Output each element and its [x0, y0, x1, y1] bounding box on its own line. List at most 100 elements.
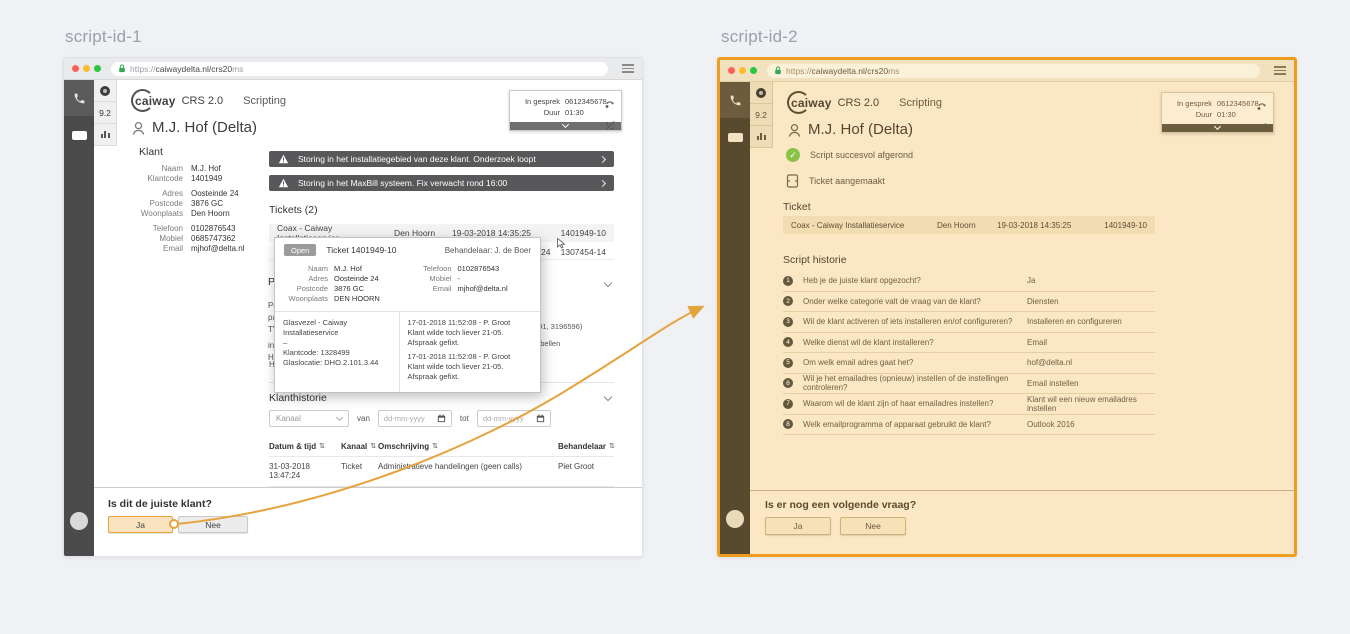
sort-icon: ⇅	[432, 442, 438, 451]
popup-notes: 17-01-2018 11:52:08 - P. Groot Klant wil…	[400, 312, 540, 392]
call-panel: In gesprek0612345678 Duur01:30	[509, 90, 622, 131]
call-transfer-icon[interactable]	[1257, 98, 1267, 116]
script-historie-heading: Script historie	[783, 254, 847, 266]
tab-strip: 9.2	[750, 82, 773, 554]
window-2-title: script-id-2	[721, 27, 798, 47]
sidebar-item-phone[interactable]	[64, 80, 94, 116]
field-value: Oosteinde 24	[334, 274, 379, 284]
zoom-window-button[interactable]	[750, 67, 757, 74]
sidebar-item-screen[interactable]	[728, 133, 743, 142]
nee-button[interactable]: Nee	[178, 516, 248, 533]
success-check-icon: ✓	[786, 148, 800, 162]
nee-button[interactable]: Nee	[840, 517, 906, 535]
ja-button[interactable]: Ja	[108, 516, 173, 533]
sidebar-item-screen[interactable]	[72, 131, 87, 140]
url-prefix: https://	[786, 66, 812, 76]
date-to-input[interactable]: dd-mm-yyyy	[477, 410, 551, 427]
ticket-created-row: Ticket aangemaakt	[786, 174, 885, 188]
user-avatar[interactable]	[70, 512, 88, 530]
close-window-button[interactable]	[72, 65, 79, 72]
product-dash: –	[283, 338, 391, 348]
step-number-badge: 6	[783, 378, 793, 388]
score-value: 9.2	[755, 110, 767, 120]
tab-stats[interactable]	[94, 124, 117, 146]
script-history-item: 1 Heb je de juiste klant opgezocht? Ja	[783, 271, 1155, 292]
chevron-down-icon[interactable]	[604, 279, 612, 287]
ticket-row[interactable]: Coax - Caiway Installatieservice Den Hoo…	[783, 216, 1155, 234]
kanaal-select[interactable]: Kanaal	[269, 410, 349, 427]
van-label: van	[357, 414, 370, 423]
step-number-badge: 8	[783, 419, 793, 429]
browser-chrome: https://caiwaydelta.nl/crs20ms	[64, 58, 642, 80]
tab-score[interactable]: 9.2	[750, 104, 773, 126]
alert-banner[interactable]: Storing in het MaxBill systeem. Fix verw…	[269, 175, 614, 191]
cell-kanaal: Ticket	[341, 462, 378, 480]
address-bar[interactable]: https://caiwaydelta.nl/crs20ms	[767, 64, 1260, 78]
cell-behandelaar: Piet Groot	[558, 462, 614, 480]
table-row[interactable]: 31-03-2018 13:47:24 Ticket Administratie…	[269, 456, 614, 486]
popup-handler: Behandelaar: J. de Boer	[445, 246, 531, 255]
script-status-row: ✓ Script succesvol afgerond	[786, 148, 913, 162]
chevron-down-icon	[336, 414, 343, 421]
date-from-input[interactable]: dd-mm-yyyy	[378, 410, 452, 427]
browser-menu-icon[interactable]	[622, 64, 634, 73]
note-text: Klant wilde toch liever 21-05. Afspraak …	[408, 362, 532, 382]
call-mute-icon[interactable]	[1257, 119, 1267, 137]
tab-score[interactable]: 9.2	[94, 102, 117, 124]
main-content: caiway CRS 2.0 Scripting M.J. Hof (Delta…	[773, 82, 1294, 554]
call-transfer-icon[interactable]	[605, 96, 615, 114]
window-controls[interactable]	[72, 65, 101, 72]
step-question: Welk emailprogramma of apparaat gebruikt…	[803, 420, 1027, 429]
column-header-kanaal[interactable]: Kanaal⇅	[341, 442, 378, 451]
product-name: CRS 2.0	[182, 95, 224, 107]
tab-stats[interactable]	[750, 126, 773, 148]
browser-menu-icon[interactable]	[1274, 66, 1286, 75]
customer-name: M.J. Hof (Delta)	[808, 121, 913, 138]
window-1-title: script-id-1	[65, 27, 142, 47]
ticket-heading: Ticket	[783, 201, 811, 213]
logo-text: caiway	[791, 96, 832, 110]
sort-icon: ⇅	[319, 442, 325, 451]
ticket-id: 1401949-10	[1089, 221, 1147, 230]
tab-notifications[interactable]	[750, 82, 773, 104]
ticket-detail-popup: Open Ticket 1401949-10 Behandelaar: J. d…	[274, 237, 541, 393]
address-bar[interactable]: https://caiwaydelta.nl/crs20ms	[111, 62, 608, 76]
app-sidebar	[64, 80, 94, 556]
customer-header: M.J. Hof (Delta)	[130, 119, 257, 136]
minimize-window-button[interactable]	[739, 67, 746, 74]
ja-button[interactable]: Ja	[765, 517, 831, 535]
step-number-badge: 3	[783, 317, 793, 327]
tab-notifications[interactable]	[94, 80, 117, 102]
step-answer: Diensten	[1027, 297, 1155, 306]
zoom-window-button[interactable]	[94, 65, 101, 72]
person-icon	[130, 120, 147, 136]
window-controls[interactable]	[728, 67, 757, 74]
field-value: mjhof@delta.nl	[458, 284, 508, 294]
nav-item-scripting[interactable]: Scripting	[243, 95, 286, 107]
field-label: Klantcode	[117, 174, 183, 184]
tickets-heading: Tickets (2)	[269, 204, 614, 216]
step-number-badge: 2	[783, 296, 793, 306]
sidebar-item-phone[interactable]	[720, 82, 750, 118]
step-number-badge: 7	[783, 399, 793, 409]
nav-item-scripting[interactable]: Scripting	[899, 97, 942, 109]
call-mute-icon[interactable]	[605, 117, 615, 135]
call-duration: 01:30	[1217, 109, 1236, 120]
step-answer: Outlook 2016	[1027, 420, 1155, 429]
column-header-datum[interactable]: Datum & tijd⇅	[269, 442, 341, 451]
score-value: 9.2	[99, 108, 111, 118]
user-avatar[interactable]	[726, 510, 744, 528]
step-answer: Email instellen	[1027, 379, 1155, 388]
person-icon	[786, 122, 803, 138]
close-window-button[interactable]	[728, 67, 735, 74]
minimize-window-button[interactable]	[83, 65, 90, 72]
field-label: Adres	[284, 274, 328, 284]
field-label: Telefoon	[408, 264, 452, 274]
chevron-down-icon[interactable]	[604, 393, 612, 401]
column-header-behandelaar[interactable]: Behandelaar⇅	[558, 442, 614, 451]
chevron-down-icon	[562, 121, 569, 128]
step-answer: Email	[1027, 338, 1155, 347]
column-header-omschrijving[interactable]: Omschrijving⇅	[378, 442, 558, 451]
alert-banner[interactable]: Storing in het installatiegebied van dez…	[269, 151, 614, 167]
browser-window-2: https://caiwaydelta.nl/crs20ms 9.2 caiwa…	[717, 57, 1297, 557]
